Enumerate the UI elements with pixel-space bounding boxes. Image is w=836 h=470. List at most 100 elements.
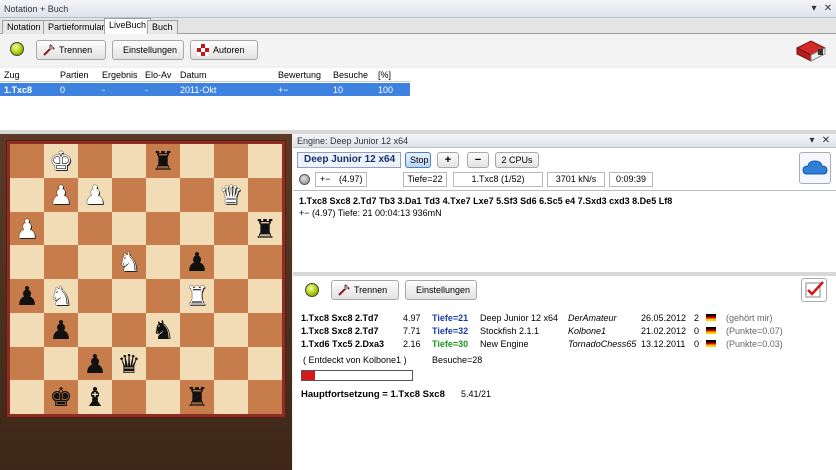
cloud-button[interactable] xyxy=(799,152,831,184)
board-square[interactable] xyxy=(248,380,282,414)
white-rook-icon[interactable]: ♜ xyxy=(180,279,214,313)
status-light-icon[interactable] xyxy=(10,42,24,56)
book-row-1-moves[interactable]: 1.Txc8 Sxc8 2.Td7 xyxy=(301,313,379,323)
board-square[interactable]: ♜ xyxy=(180,279,214,313)
engine-main-line[interactable]: 1.Txc8 Sxc8 2.Td7 Tb3 3.Da1 Td3 4.Txe7 L… xyxy=(299,196,672,206)
board-square[interactable]: ♜ xyxy=(248,211,282,246)
board-square[interactable] xyxy=(78,211,112,246)
board-square[interactable] xyxy=(10,177,44,212)
tab-notation[interactable]: Notation xyxy=(2,20,46,34)
engine-close-icon[interactable]: ✕ xyxy=(820,135,832,147)
black-pawn-icon[interactable]: ♟ xyxy=(180,245,214,279)
board-square[interactable] xyxy=(112,144,146,178)
board-square[interactable] xyxy=(44,245,78,279)
board-square[interactable] xyxy=(180,312,214,347)
board-square[interactable] xyxy=(44,211,78,246)
book-status-light-icon[interactable] xyxy=(305,283,319,297)
board-square[interactable] xyxy=(146,279,180,313)
board-square[interactable] xyxy=(112,312,146,347)
stop-button[interactable]: Stop xyxy=(405,152,431,168)
board-square[interactable]: ♚ xyxy=(44,144,78,178)
pin-icon[interactable]: ▾ xyxy=(808,3,820,15)
board-square[interactable] xyxy=(78,312,112,347)
black-rook-icon[interactable]: ♜ xyxy=(180,380,214,414)
board-square[interactable] xyxy=(214,279,248,313)
board-square[interactable] xyxy=(78,245,112,279)
col-ergebnis[interactable]: Ergebnis xyxy=(102,70,138,80)
board-square[interactable]: ♝ xyxy=(78,380,112,414)
col-zug[interactable]: Zug xyxy=(4,70,20,80)
engine-status-icon[interactable] xyxy=(299,174,310,185)
board-square[interactable] xyxy=(214,312,248,347)
engine-name[interactable]: Deep Junior 12 x64 xyxy=(297,152,401,168)
col-datum[interactable]: Datum xyxy=(180,70,207,80)
authors-button[interactable]: Autoren xyxy=(190,40,258,60)
board-square[interactable]: ♞ xyxy=(112,245,146,279)
board-square[interactable] xyxy=(214,380,248,414)
close-icon[interactable]: ✕ xyxy=(822,3,834,15)
board-square[interactable] xyxy=(180,177,214,212)
board-square[interactable]: ♞ xyxy=(146,312,180,347)
board-square[interactable]: ♛ xyxy=(214,177,248,212)
remove-engine-button[interactable]: − xyxy=(467,152,489,168)
book-icon[interactable] xyxy=(794,36,828,64)
board-square[interactable] xyxy=(214,144,248,178)
white-pawn-icon[interactable]: ♟ xyxy=(78,178,112,212)
board-square[interactable] xyxy=(10,312,44,347)
black-rook-icon[interactable]: ♜ xyxy=(248,212,282,246)
col-partien[interactable]: Partien xyxy=(60,70,89,80)
black-queen-icon[interactable]: ♛ xyxy=(112,347,146,381)
board-square[interactable]: ♞ xyxy=(44,279,78,313)
table-row[interactable]: 1.Txc8 0 - - 2011-Okt +− 10 100 xyxy=(0,83,410,96)
board-square[interactable] xyxy=(146,211,180,246)
board-square[interactable] xyxy=(44,346,78,381)
board-square[interactable] xyxy=(10,380,44,414)
board-square[interactable] xyxy=(112,380,146,414)
board-square[interactable]: ♟ xyxy=(44,312,78,347)
board-square[interactable] xyxy=(180,211,214,246)
board-square[interactable] xyxy=(214,211,248,246)
black-bishop-icon[interactable]: ♝ xyxy=(78,380,112,414)
board-square[interactable] xyxy=(10,144,44,178)
board-square[interactable]: ♛ xyxy=(112,346,146,381)
board-square[interactable]: ♟ xyxy=(44,177,78,212)
board-square[interactable]: ♟ xyxy=(10,211,44,246)
board-square[interactable]: ♟ xyxy=(10,279,44,313)
board-square[interactable] xyxy=(248,346,282,381)
board-square[interactable] xyxy=(180,346,214,381)
chess-board[interactable]: ♚ ♜ ♟ ♟ ♛ ♟ ♜ ♞ ♟ ♟ ♞ ♜ ♟ ♞ ♟ ♛ ♚ ♝ ♜ xyxy=(10,144,282,414)
engine-pin-icon[interactable]: ▾ xyxy=(806,135,818,147)
board-square[interactable] xyxy=(10,245,44,279)
board-square[interactable] xyxy=(78,279,112,313)
board-square[interactable]: ♜ xyxy=(146,144,180,178)
board-square[interactable] xyxy=(214,245,248,279)
board-square[interactable] xyxy=(146,245,180,279)
col-bewertung[interactable]: Bewertung xyxy=(278,70,321,80)
book-row-3-moves[interactable]: 1.Txd6 Txc5 2.Dxa3 xyxy=(301,339,384,349)
board-square[interactable]: ♚ xyxy=(44,380,78,414)
board-square[interactable]: ♟ xyxy=(78,177,112,212)
board-square[interactable] xyxy=(112,177,146,212)
tab-livebuch[interactable]: LiveBuch xyxy=(104,18,152,34)
disconnect-button[interactable]: Trennen xyxy=(36,40,106,60)
col-percent[interactable]: [%] xyxy=(378,70,391,80)
black-pawn-icon[interactable]: ♟ xyxy=(10,279,44,313)
board-square[interactable]: ♟ xyxy=(78,346,112,381)
book-settings-button[interactable]: Einstellungen xyxy=(405,280,477,300)
add-engine-button[interactable]: + xyxy=(437,152,459,168)
tab-buch[interactable]: Buch xyxy=(147,20,178,34)
col-besuche[interactable]: Besuche xyxy=(333,70,368,80)
board-square[interactable]: ♟ xyxy=(180,245,214,279)
board-square[interactable] xyxy=(214,346,248,381)
board-square[interactable] xyxy=(180,144,214,178)
book-disconnect-button[interactable]: Trennen xyxy=(331,280,399,300)
white-queen-icon[interactable]: ♛ xyxy=(214,178,248,212)
cpus-button[interactable]: 2 CPUs xyxy=(495,152,539,168)
board-square[interactable] xyxy=(10,346,44,381)
board-square[interactable] xyxy=(248,177,282,212)
commit-button[interactable] xyxy=(801,278,827,302)
black-pawn-icon[interactable]: ♟ xyxy=(78,347,112,381)
board-square[interactable] xyxy=(146,177,180,212)
black-king-icon[interactable]: ♚ xyxy=(44,380,78,414)
board-square[interactable] xyxy=(248,245,282,279)
